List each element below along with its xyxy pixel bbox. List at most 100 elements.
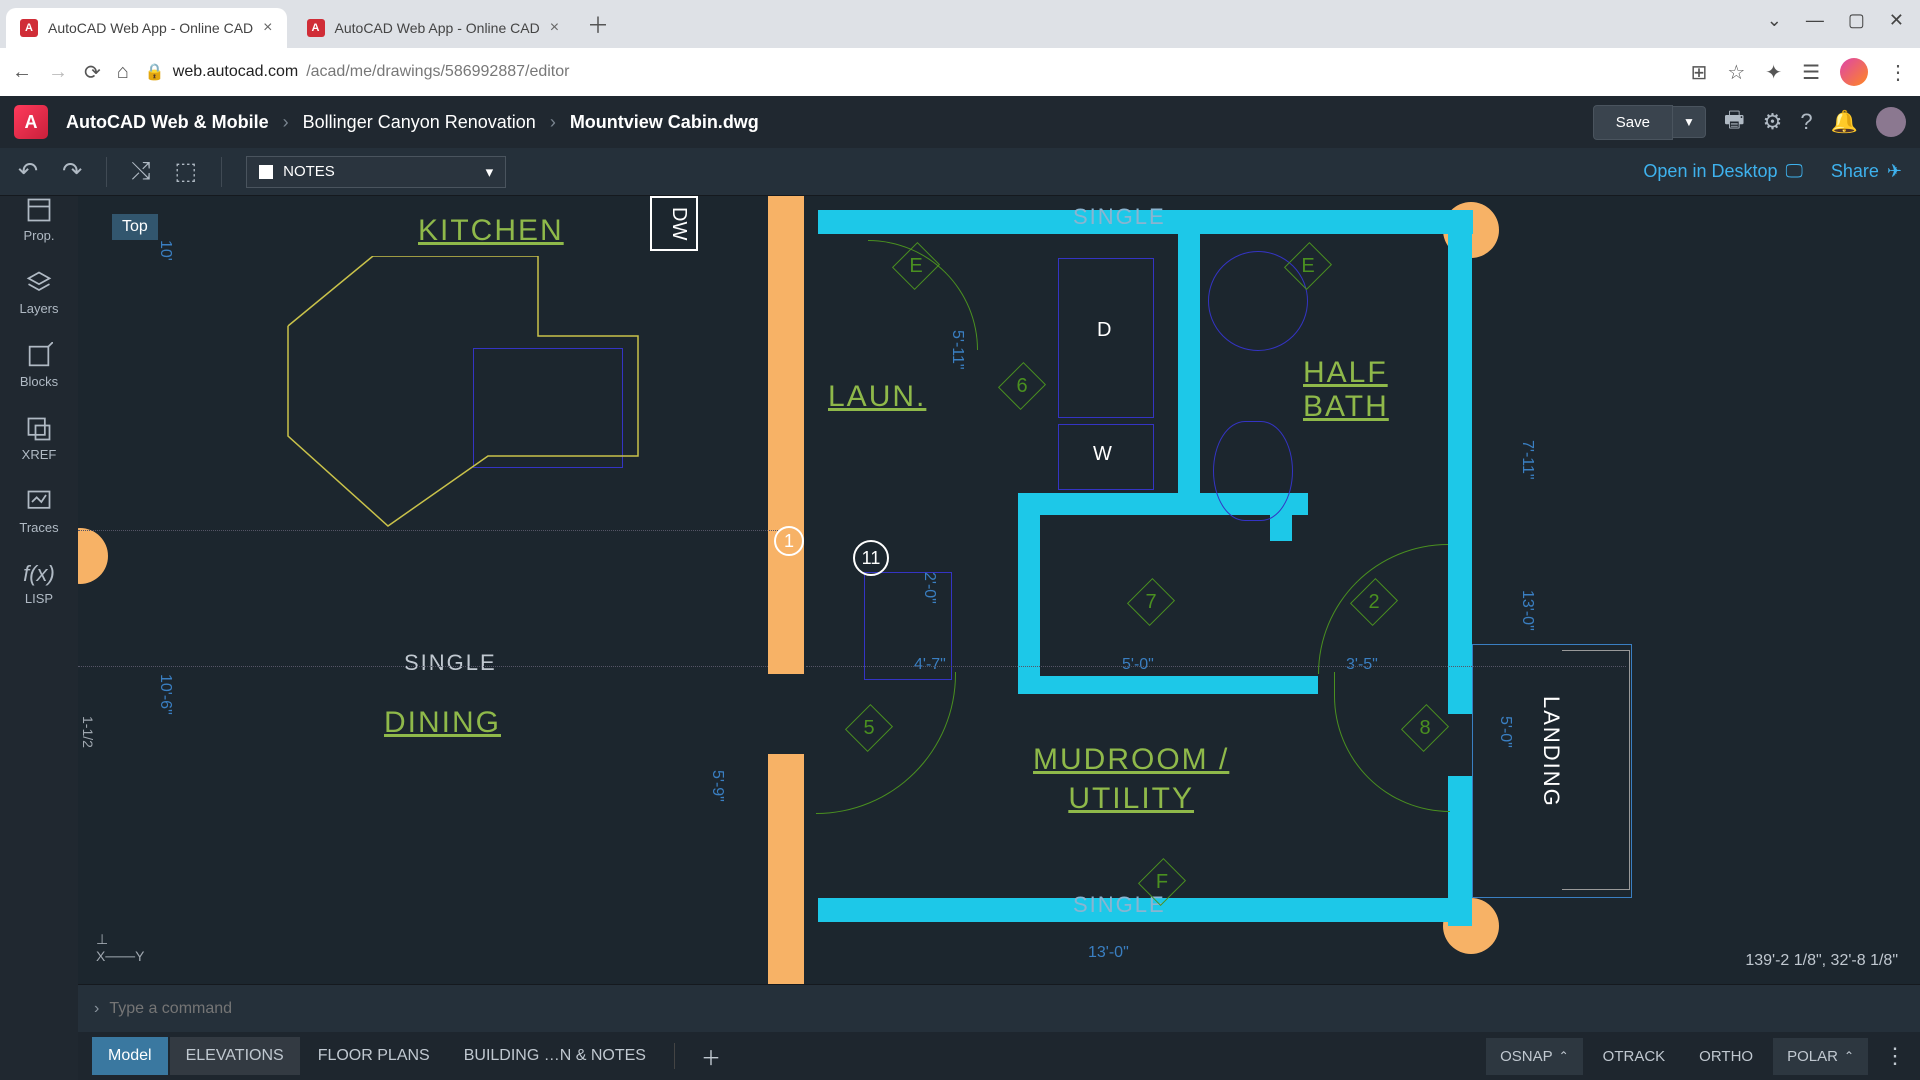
new-tab-button[interactable]: ＋ <box>587 8 609 40</box>
room-label-kitchen: KITCHEN <box>418 214 564 248</box>
room-label-mudroom: MUDROOM /UTILITY <box>1033 740 1229 818</box>
breadcrumb: AutoCAD Web & Mobile › Bollinger Canyon … <box>66 112 759 133</box>
redo-icon[interactable]: ↷ <box>62 157 82 186</box>
hex-6: 6 <box>1006 368 1038 404</box>
reading-list-icon[interactable]: ☰ <box>1802 60 1820 85</box>
layout-tab-model[interactable]: Model <box>92 1037 168 1075</box>
close-tab-icon[interactable]: × <box>550 19 559 37</box>
print-icon[interactable]: 🖶 <box>1724 103 1745 141</box>
kitchen-outline <box>238 256 678 536</box>
zoom-window-icon[interactable]: ⬚ <box>174 157 197 186</box>
coordinates-readout: 139'-2 1/8", 32'-8 1/8" <box>1745 952 1898 970</box>
layer-name: NOTES <box>283 163 335 180</box>
layout-tab-elevations[interactable]: ELEVATIONS <box>170 1037 300 1075</box>
separator <box>106 157 107 187</box>
layout-tab-floorplans[interactable]: FLOOR PLANS <box>302 1037 446 1075</box>
save-dropdown-icon[interactable]: ▼ <box>1673 106 1706 138</box>
ucs-icon: ⊥X───Y <box>96 931 144 964</box>
dim: 10' <box>156 240 174 261</box>
command-input[interactable] <box>109 1000 509 1018</box>
sidebar-item-blocks[interactable]: Blocks <box>20 342 58 389</box>
open-in-desktop-link[interactable]: Open in Desktop 🖵 <box>1643 161 1802 182</box>
chevron-down-icon: ▾ <box>486 163 494 181</box>
status-polar[interactable]: POLAR ⌃ <box>1773 1038 1868 1075</box>
dim: 13'-0" <box>1088 944 1129 962</box>
appliance-dw: DW <box>650 196 698 251</box>
profile-avatar[interactable] <box>1840 58 1868 86</box>
dim: 5'-11" <box>948 330 966 370</box>
status-otrack[interactable]: OTRACK <box>1589 1038 1680 1075</box>
browser-tab[interactable]: A AutoCAD Web App - Online CAD × <box>293 8 574 48</box>
browser-tab[interactable]: A AutoCAD Web App - Online CAD × <box>6 8 287 48</box>
url-path: /acad/me/drawings/586992887/editor <box>306 63 569 81</box>
install-app-icon[interactable]: ⊞ <box>1691 60 1708 85</box>
chevron-right-icon: › <box>550 112 556 133</box>
hex-e: E <box>1292 248 1324 284</box>
app-logo[interactable]: A <box>14 105 48 139</box>
help-icon[interactable]: ? <box>1800 109 1812 135</box>
monitor-icon: 🖵 <box>1786 161 1803 182</box>
back-icon[interactable]: ← <box>12 61 32 84</box>
appliance-w: W <box>1093 443 1112 466</box>
crumb-root[interactable]: AutoCAD Web & Mobile <box>66 112 269 133</box>
layer-dropdown[interactable]: NOTES ▾ <box>246 156 506 188</box>
drawing-canvas[interactable]: Top 139'-2 1/8", 32'-8 1/8" ⊥X───Y 1-1/2… <box>78 196 1920 984</box>
command-line[interactable]: › <box>78 984 1920 1032</box>
tag-11: 11 <box>853 540 889 576</box>
dim: 5'-9" <box>708 770 726 802</box>
tag-1: 1 <box>774 526 804 556</box>
lock-icon: 🔒 <box>145 62 165 82</box>
chevron-right-icon: › <box>283 112 289 133</box>
close-window-icon[interactable]: ✕ <box>1889 10 1904 31</box>
minimize-icon[interactable]: — <box>1806 10 1824 31</box>
dim: 13'-0" <box>1518 590 1536 631</box>
dim: 10'-6" <box>156 674 174 715</box>
undo-icon[interactable]: ↶ <box>18 157 38 186</box>
dim: 7'-11" <box>1518 440 1536 480</box>
layout-tab-building[interactable]: BUILDING …N & NOTES <box>448 1037 662 1075</box>
appliance-d: D <box>1097 319 1111 342</box>
layer-color-swatch <box>259 165 273 179</box>
status-ortho[interactable]: ORTHO <box>1685 1038 1767 1075</box>
address-bar[interactable]: 🔒 web.autocad.com/acad/me/drawings/58699… <box>145 62 1675 82</box>
sidebar-item-layers[interactable]: Layers <box>19 269 58 316</box>
scale-readout: 1-1/2 <box>80 716 96 748</box>
maximize-icon[interactable]: ▢ <box>1848 10 1865 31</box>
user-avatar[interactable] <box>1876 107 1906 137</box>
chevron-down-icon[interactable]: ⌄ <box>1767 10 1782 31</box>
save-button[interactable]: Save ▼ <box>1593 105 1706 140</box>
chevron-up-icon[interactable]: ⌃ <box>1559 1049 1569 1063</box>
url-domain: web.autocad.com <box>173 63 298 81</box>
bell-icon[interactable]: 🔔 <box>1831 109 1858 135</box>
add-layout-button[interactable]: ＋ <box>701 1042 721 1071</box>
crumb-file[interactable]: Mountview Cabin.dwg <box>570 112 759 133</box>
sidebar-item-lisp[interactable]: f(x)LISP <box>23 561 55 606</box>
close-tab-icon[interactable]: × <box>263 19 272 37</box>
tab-title: AutoCAD Web App - Online CAD <box>335 20 540 36</box>
sidebar-item-traces[interactable]: Traces <box>19 488 58 535</box>
kebab-menu-icon[interactable]: ⋮ <box>1888 60 1908 85</box>
dim: 3'-5" <box>1346 656 1378 674</box>
kebab-menu-icon[interactable]: ⋮ <box>1884 1043 1906 1069</box>
room-label-halfbath: HALFBATH <box>1303 356 1389 424</box>
home-icon[interactable]: ⌂ <box>117 61 129 84</box>
sidebar-item-xref[interactable]: XREF <box>22 415 57 462</box>
bookmark-icon[interactable]: ☆ <box>1727 60 1745 85</box>
send-icon: ✈ <box>1887 161 1902 182</box>
share-link[interactable]: Share ✈ <box>1831 161 1902 182</box>
crumb-folder[interactable]: Bollinger Canyon Renovation <box>303 112 536 133</box>
view-label[interactable]: Top <box>112 214 158 240</box>
extensions-icon[interactable]: ✦ <box>1765 60 1782 85</box>
hex-f: F <box>1146 864 1178 900</box>
hex-7: 7 <box>1135 584 1167 620</box>
status-osnap[interactable]: OSNAP ⌃ <box>1486 1038 1583 1075</box>
note-single: SINGLE <box>1073 204 1166 230</box>
sidebar-item-properties[interactable]: Prop. <box>23 196 54 243</box>
chevron-up-icon[interactable]: ⌃ <box>1844 1049 1854 1063</box>
gear-icon[interactable]: ⚙ <box>1763 109 1783 135</box>
forward-icon: → <box>48 61 68 84</box>
dim: 4'-7" <box>914 656 946 674</box>
measure-icon[interactable]: ⤭ <box>131 158 150 186</box>
reload-icon[interactable]: ⟳ <box>84 60 101 85</box>
caret-icon: › <box>94 1000 99 1018</box>
